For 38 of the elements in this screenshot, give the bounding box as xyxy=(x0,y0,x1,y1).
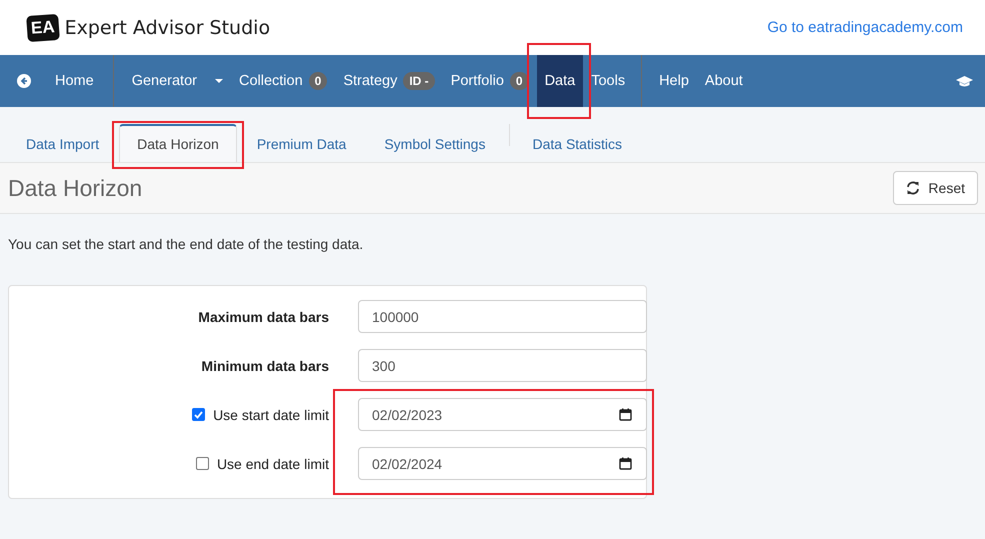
tab[interactable]: Data Horizon xyxy=(119,124,237,162)
reset-button[interactable]: Reset xyxy=(893,171,978,205)
input-field[interactable]: 100000 xyxy=(358,300,647,333)
nav-item[interactable]: Home xyxy=(10,55,114,107)
logo: EA xyxy=(26,13,60,42)
count-badge: ID - xyxy=(403,72,435,90)
input-field[interactable]: 300 xyxy=(358,349,647,382)
calendar-icon[interactable] xyxy=(619,457,632,470)
page-title: Data Horizon xyxy=(8,174,142,202)
field-label: Minimum data bars xyxy=(201,358,329,374)
date-field[interactable]: 02/02/2023 xyxy=(358,398,647,431)
field-label: Use end date limit xyxy=(216,456,329,472)
nav-item[interactable]: Generator xyxy=(114,55,231,107)
count-badge: 0 xyxy=(510,72,529,90)
date-field[interactable]: 02/02/2024 xyxy=(358,447,647,480)
app-title: Expert Advisor Studio xyxy=(64,16,270,38)
field-label: Maximum data bars xyxy=(198,308,329,324)
tab[interactable]: Data Statistics xyxy=(514,124,640,162)
description-text: You can set the start and the end date of the testing data. xyxy=(8,236,364,252)
graduation-cap-icon[interactable] xyxy=(956,74,973,88)
nav-item[interactable]: Help xyxy=(641,55,697,107)
tab[interactable]: Data Import xyxy=(8,124,118,162)
caret-icon xyxy=(214,79,223,83)
tab[interactable]: Premium Data xyxy=(238,124,364,162)
calendar-icon[interactable] xyxy=(619,408,632,421)
checkbox[interactable] xyxy=(192,408,206,421)
count-badge: 0 xyxy=(308,72,328,90)
website-link[interactable]: Go to eatradingacademy.com xyxy=(767,19,963,36)
nav-item[interactable]: Data xyxy=(536,55,584,107)
nav-item[interactable]: Portfolio 0 xyxy=(442,55,537,107)
nav-item[interactable]: Collection 0 xyxy=(230,55,336,107)
nav-item[interactable]: Strategy ID - xyxy=(335,55,443,107)
field-label: Use start date limit xyxy=(213,406,329,422)
refresh-icon xyxy=(906,181,920,195)
tab[interactable]: Symbol Settings xyxy=(366,124,504,162)
nav-item[interactable]: About xyxy=(696,55,751,107)
nav-item[interactable]: Tools xyxy=(583,55,634,107)
checkbox[interactable] xyxy=(196,457,209,470)
